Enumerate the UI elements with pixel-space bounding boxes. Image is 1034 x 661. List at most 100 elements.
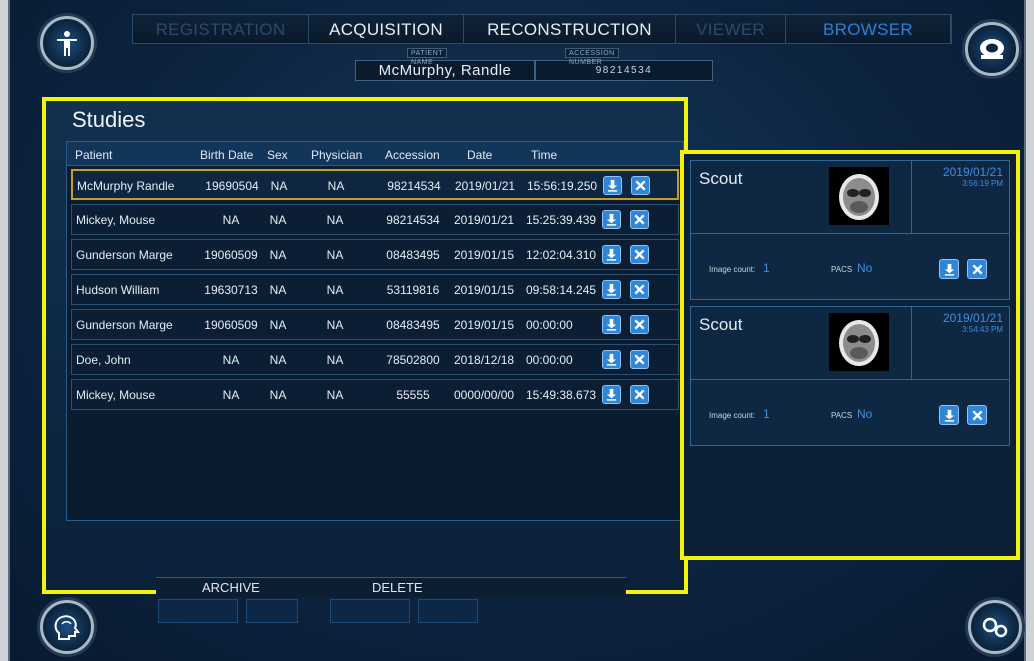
person-icon xyxy=(57,31,77,56)
accession-number-field: 98214534 xyxy=(535,60,713,81)
series-title: Scout xyxy=(699,315,743,334)
tab-browser[interactable]: BROWSER xyxy=(786,15,951,43)
series-card[interactable]: Scout 2019/01/21 3:56:19 PM Image count: 1 PA… xyxy=(690,160,1010,300)
archive-button[interactable]: ARCHIVE xyxy=(202,580,260,595)
cell-birth-date: 19630713 xyxy=(204,283,258,297)
cell-patient: Gunderson Marge xyxy=(76,248,173,262)
download-study-button[interactable] xyxy=(602,245,621,264)
delete-study-button[interactable] xyxy=(631,176,650,195)
tab-registration[interactable]: REGISTRATION xyxy=(133,15,309,43)
col-birth-date[interactable]: Birth Date xyxy=(200,148,253,162)
cell-physician: NA xyxy=(326,283,344,297)
col-physician[interactable]: Physician xyxy=(311,148,362,162)
delete-study-button[interactable] xyxy=(630,210,649,229)
table-row[interactable]: Gunderson Marge 19060509 NA NA 08483495 2019/… xyxy=(71,239,679,270)
tab-reconstruction[interactable]: RECONSTRUCTION xyxy=(464,15,676,43)
cell-sex: NA xyxy=(269,353,287,367)
delete-series-button[interactable] xyxy=(967,405,987,425)
delete-study-button[interactable] xyxy=(630,245,649,264)
cell-date: 0000/00/00 xyxy=(454,388,515,402)
card-divider xyxy=(691,379,1009,380)
col-sex[interactable]: Sex xyxy=(267,148,288,162)
cell-sex: NA xyxy=(269,248,287,262)
pacs-label: PACS xyxy=(831,411,853,420)
delete-study-button[interactable] xyxy=(630,315,649,334)
cell-sex: NA xyxy=(269,283,287,297)
cell-birth-date: 19060509 xyxy=(204,248,258,262)
cell-date: 2019/01/15 xyxy=(454,283,515,297)
ghost-button-1 xyxy=(158,599,238,623)
gears-icon xyxy=(982,617,1008,638)
table-row[interactable]: Mickey, Mouse NA NA NA 55555 0000/00/00 15:49:… xyxy=(71,379,679,410)
cell-accession: 08483495 xyxy=(386,318,440,332)
download-icon xyxy=(606,388,617,401)
table-row[interactable]: Doe, John NA NA NA 78502800 2018/12/18 00:00:0… xyxy=(71,344,679,375)
delete-icon xyxy=(634,249,645,260)
col-patient[interactable]: Patient xyxy=(75,148,112,162)
download-icon xyxy=(606,283,617,296)
card-divider-vertical xyxy=(911,307,912,379)
cell-accession: 08483495 xyxy=(386,248,440,262)
delete-series-button[interactable] xyxy=(967,259,987,279)
delete-icon xyxy=(634,389,645,400)
cell-date: 2018/12/18 xyxy=(454,353,515,367)
download-icon xyxy=(606,213,617,226)
brain-icon xyxy=(54,615,80,640)
cell-birth-date: 19690504 xyxy=(205,179,259,193)
image-count-value: 1 xyxy=(763,407,770,421)
table-row[interactable]: Mickey, Mouse NA NA NA 98214534 2019/01/21 15:… xyxy=(71,204,679,235)
cell-birth-date: NA xyxy=(222,213,240,227)
cell-date: 2019/01/15 xyxy=(454,318,515,332)
table-row[interactable]: Hudson William 19630713 NA NA 53119816 2019/0… xyxy=(71,274,679,305)
col-time[interactable]: Time xyxy=(531,148,557,162)
delete-icon xyxy=(634,354,645,365)
cell-date: 2019/01/21 xyxy=(454,213,515,227)
cell-physician: NA xyxy=(326,318,344,332)
tab-acquisition[interactable]: ACQUISITION xyxy=(309,15,464,43)
scanner-button[interactable] xyxy=(965,22,1019,76)
col-date[interactable]: Date xyxy=(467,148,492,162)
scout-thumbnail[interactable] xyxy=(829,313,889,371)
cell-time: 00:00:00 xyxy=(526,318,573,332)
cell-patient: Gunderson Marge xyxy=(76,318,173,332)
delete-button[interactable]: DELETE xyxy=(372,580,423,595)
delete-study-button[interactable] xyxy=(630,385,649,404)
table-row[interactable]: McMurphy Randle 19690504 NA NA 98214534 2019/… xyxy=(71,169,679,200)
download-study-button[interactable] xyxy=(602,385,621,404)
series-time: 3:56:19 PM xyxy=(962,179,1003,188)
download-icon xyxy=(944,263,954,276)
tab-viewer[interactable]: VIEWER xyxy=(676,15,786,43)
app-frame: REGISTRATION ACQUISITION RECONSTRUCTION … xyxy=(8,0,1026,661)
studies-action-bar: ARCHIVE DELETE xyxy=(156,577,626,597)
series-date: 2019/01/21 xyxy=(942,311,1003,325)
ghost-button-2 xyxy=(246,599,298,623)
delete-study-button[interactable] xyxy=(630,350,649,369)
download-study-button[interactable] xyxy=(602,315,621,334)
series-card[interactable]: Scout 2019/01/21 3:54:43 PM Image count: 1 PA… xyxy=(690,306,1010,446)
download-study-button[interactable] xyxy=(602,280,621,299)
download-study-button[interactable] xyxy=(602,350,621,369)
cell-accession: 98214534 xyxy=(387,179,441,193)
cell-physician: NA xyxy=(326,388,344,402)
scout-thumbnail[interactable] xyxy=(829,167,889,225)
patient-menu-button[interactable] xyxy=(40,16,94,70)
pacs-value: No xyxy=(857,407,873,421)
patient-name-caption: PATIENT NAME xyxy=(407,48,447,66)
table-row[interactable]: Gunderson Marge 19060509 NA NA 08483495 2019/… xyxy=(71,309,679,340)
delete-study-button[interactable] xyxy=(630,280,649,299)
download-study-button[interactable] xyxy=(603,176,622,195)
image-count-label: Image count: xyxy=(709,265,756,274)
cell-patient: McMurphy Randle xyxy=(77,179,175,193)
download-study-button[interactable] xyxy=(602,210,621,229)
download-series-button[interactable] xyxy=(939,259,959,279)
settings-button[interactable] xyxy=(968,600,1022,654)
cell-patient: Mickey, Mouse xyxy=(76,388,156,402)
studies-title: Studies xyxy=(72,107,146,132)
series-time: 3:54:43 PM xyxy=(962,325,1003,334)
col-accession[interactable]: Accession xyxy=(385,148,440,162)
brain-button[interactable] xyxy=(40,600,94,654)
cell-patient: Hudson William xyxy=(76,283,160,297)
download-series-button[interactable] xyxy=(939,405,959,425)
scanner-icon xyxy=(980,39,1004,59)
card-divider xyxy=(691,233,1009,234)
